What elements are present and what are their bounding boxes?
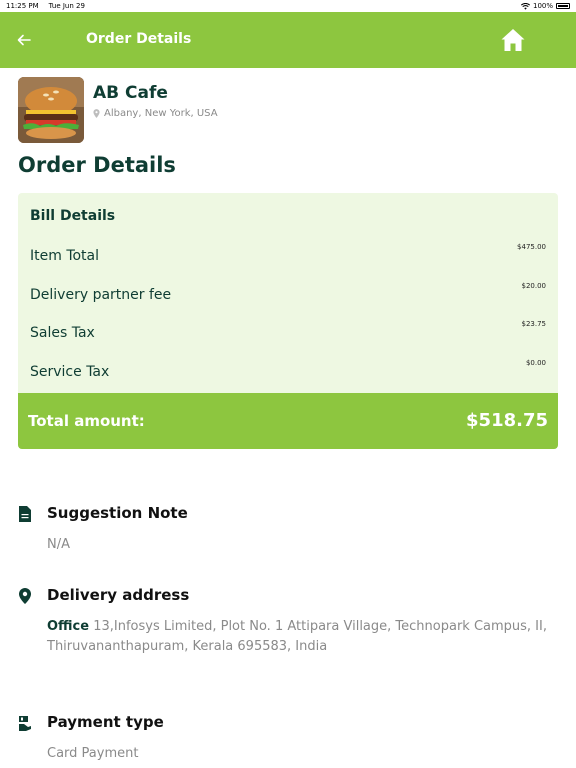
bill-details-title: Bill Details [30,208,116,224]
status-time: 11:25 PM [6,2,39,10]
payment-hand-icon [19,716,31,731]
back-button[interactable] [14,30,34,50]
location-pin-icon [19,588,31,604]
battery-icon [556,3,570,9]
restaurant-name: AB Cafe [93,83,168,103]
bill-row-delivery-fee: Delivery partner fee $20.00 [30,282,546,311]
bill-row-service-tax: Service Tax $0.00 [30,359,546,388]
bill-row-amount: $23.75 [521,320,547,328]
app-bar-title: Order Details [86,31,192,47]
restaurant-header: AB Cafe Albany, New York, USA [18,77,558,143]
bill-row-sales-tax: Sales Tax $23.75 [30,320,546,349]
bill-details-card: Bill Details Item Total $475.00 Delivery… [18,193,558,449]
home-icon [501,29,525,51]
suggestion-note-value: N/A [47,537,70,552]
arrow-left-icon [17,34,31,46]
bill-row-amount: $0.00 [525,359,546,367]
payment-type-value: Card Payment [47,746,139,761]
bill-row-amount: $475.00 [517,243,546,251]
payment-type-title: Payment type [47,713,164,731]
bill-row-label: Delivery partner fee [30,287,172,303]
restaurant-location-text: Albany, New York, USA [104,108,218,119]
wifi-icon [520,2,530,10]
suggestion-note-title: Suggestion Note [47,504,188,522]
address-text: 13,Infosys Limited, Plot No. 1 Attipara … [47,619,547,654]
delivery-address-value: Office 13,Infosys Limited, Plot No. 1 At… [47,617,557,657]
bill-row-label: Sales Tax [30,325,95,341]
bill-row-amount: $20.00 [521,282,547,290]
restaurant-location: Albany, New York, USA [93,108,218,119]
app-bar: Order Details [0,12,576,68]
status-right: 100% [520,2,570,10]
delivery-address-title: Delivery address [47,586,190,604]
battery-percent: 100% [532,2,553,10]
location-pin-icon [93,109,100,118]
delivery-address-section: Delivery address Office 13,Infosys Limit… [18,586,558,666]
suggestion-note-section: Suggestion Note N/A [18,504,558,564]
bill-row-label: Item Total [30,248,100,264]
address-type-label: Office [47,619,90,634]
payment-type-section: Payment type Card Payment [18,713,558,768]
total-amount-label: Total amount: [28,412,145,430]
restaurant-image [18,77,84,143]
bill-row-label: Service Tax [30,364,110,380]
document-icon [19,506,31,522]
status-date: Tue Jun 29 [48,2,85,10]
page-section-title: Order Details [18,153,176,177]
status-bar: 11:25 PM Tue Jun 29 100% [0,0,576,12]
bill-row-item-total: Item Total $475.00 [30,243,546,272]
total-amount-bar: Total amount: $518.75 [18,393,558,449]
home-button[interactable] [500,27,526,53]
total-amount-value: $518.75 [466,410,548,431]
